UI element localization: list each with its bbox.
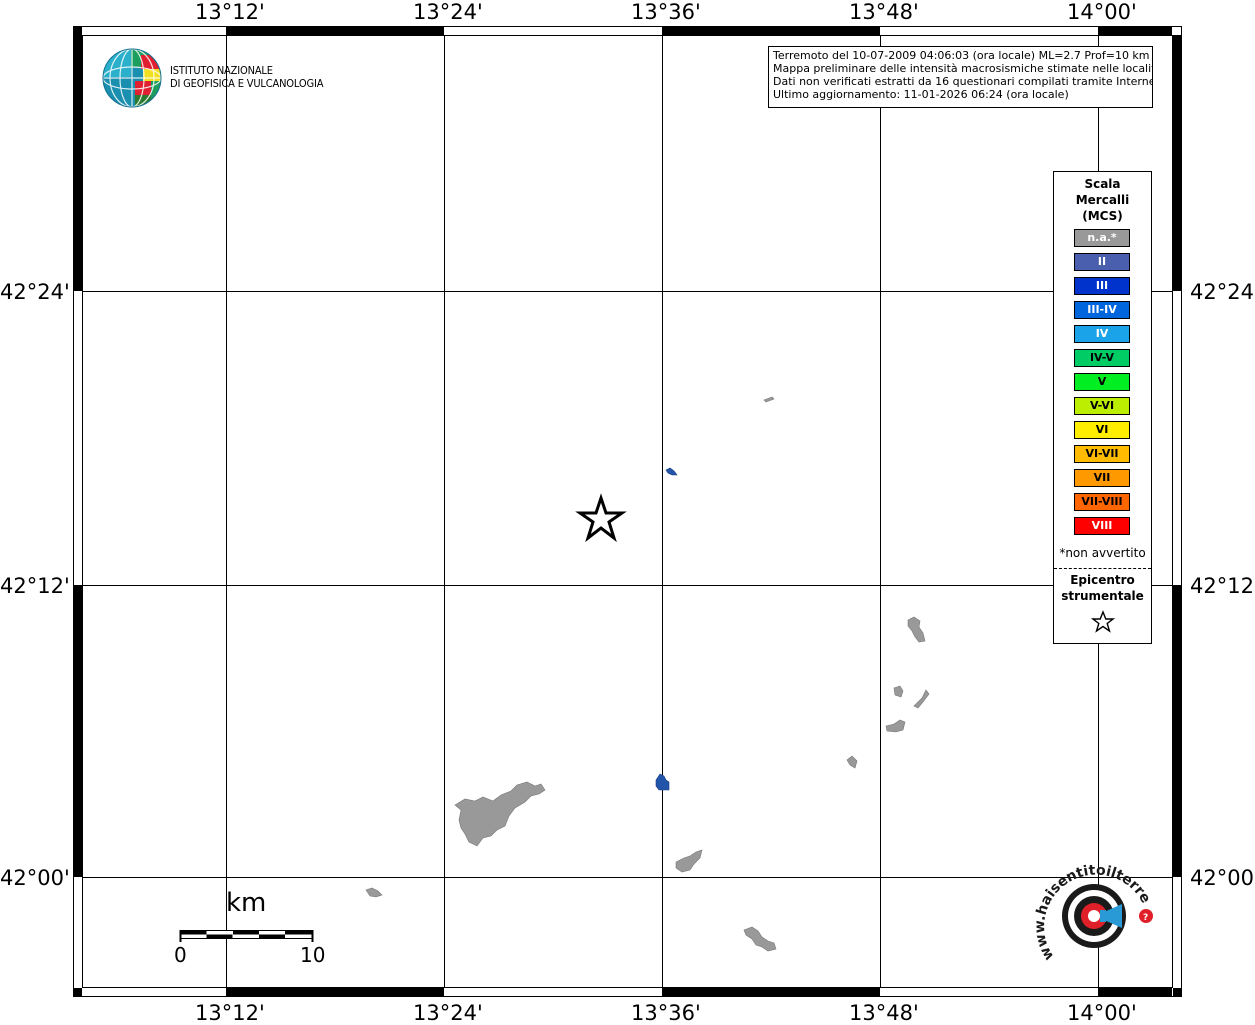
epicenter-star-icon [575,493,627,543]
legend-swatch: VII-VIII [1074,493,1130,511]
localities-not-felt [365,396,930,952]
legend-title-3: (MCS) [1082,209,1123,223]
info-line-3: Dati non verificati estratti da 16 quest… [773,75,1153,88]
legend-epicenter-label-2: strumentale [1061,589,1144,603]
scale-bar-unit: km [226,888,267,918]
legend-swatch: III-IV [1074,301,1130,319]
legend-star-icon [1091,610,1115,633]
localities-intensity-III [655,467,678,791]
left-axis-label: 42°12' [0,574,70,598]
legend-swatch: IV-V [1074,349,1130,367]
top-axis-label: 13°36' [631,0,701,24]
scale-bar-max: 10 [300,943,326,967]
legend-swatch: IV [1074,325,1130,343]
legend-swatch: VI [1074,421,1130,439]
info-line-1: Terremoto del 10-07-2009 04:06:03 (ora l… [773,49,1150,62]
top-axis-label: 13°12' [195,0,265,24]
right-axis-label: 42°00' [1190,866,1255,890]
legend-epicenter-label-1: Epicentro [1070,573,1135,587]
graticule [82,35,1173,988]
legend-note: *non avvertito [1059,546,1146,560]
bottom-axis-label: 13°24' [413,1001,483,1025]
scale-bar-min: 0 [174,943,187,967]
legend-divider [1054,568,1151,569]
legend-swatch: V [1074,373,1130,391]
right-axis-label: 42°12' [1190,574,1255,598]
left-axis-label: 42°00' [0,866,70,890]
right-axis-label: 42°24' [1190,280,1255,304]
legend-title-2: Mercalli [1075,193,1130,207]
legend-title-1: Scala [1084,177,1121,191]
bottom-axis-label: 13°36' [631,1001,701,1025]
haisentito-badge-icon: ? www.haisentitoilterremoto.it [1034,852,1154,963]
info-line-4: Ultimo aggiornamento: 11-01-2026 06:24 (… [773,88,1069,101]
scale-bar [179,930,314,942]
legend-swatch: III [1074,277,1130,295]
ingv-logo-icon [102,48,162,108]
bottom-axis-label: 13°12' [195,1001,265,1025]
logo-line-2: DI GEOFISICA E VULCANOLOGIA [170,77,324,90]
legend-swatch: VII [1074,469,1130,487]
ingv-logo-text: ISTITUTO NAZIONALE DI GEOFISICA E VULCAN… [170,64,324,90]
logo-line-1: ISTITUTO NAZIONALE [170,64,273,77]
event-info-box: Terremoto del 10-07-2009 04:06:03 (ora l… [768,46,1153,108]
legend-swatch: VIII [1074,517,1130,535]
legend-swatch: V-VI [1074,397,1130,415]
svg-text:?: ? [1143,913,1148,923]
top-axis-label: 13°24' [413,0,483,24]
legend-swatch: n.a.* [1074,229,1130,247]
info-line-2: Mappa preliminare delle intensità macros… [773,62,1153,75]
bottom-axis-label: 13°48' [849,1001,919,1025]
left-axis-label: 42°24' [0,280,70,304]
legend-swatch: II [1074,253,1130,271]
legend-swatch: VI-VII [1074,445,1130,463]
top-axis-label: 13°48' [849,0,919,24]
top-axis-label: 14°00' [1067,0,1137,24]
mcs-legend: Scala Mercalli (MCS) n.a.* II III III-IV IV I… [1053,171,1152,644]
bottom-axis-label: 14°00' [1067,1001,1137,1025]
